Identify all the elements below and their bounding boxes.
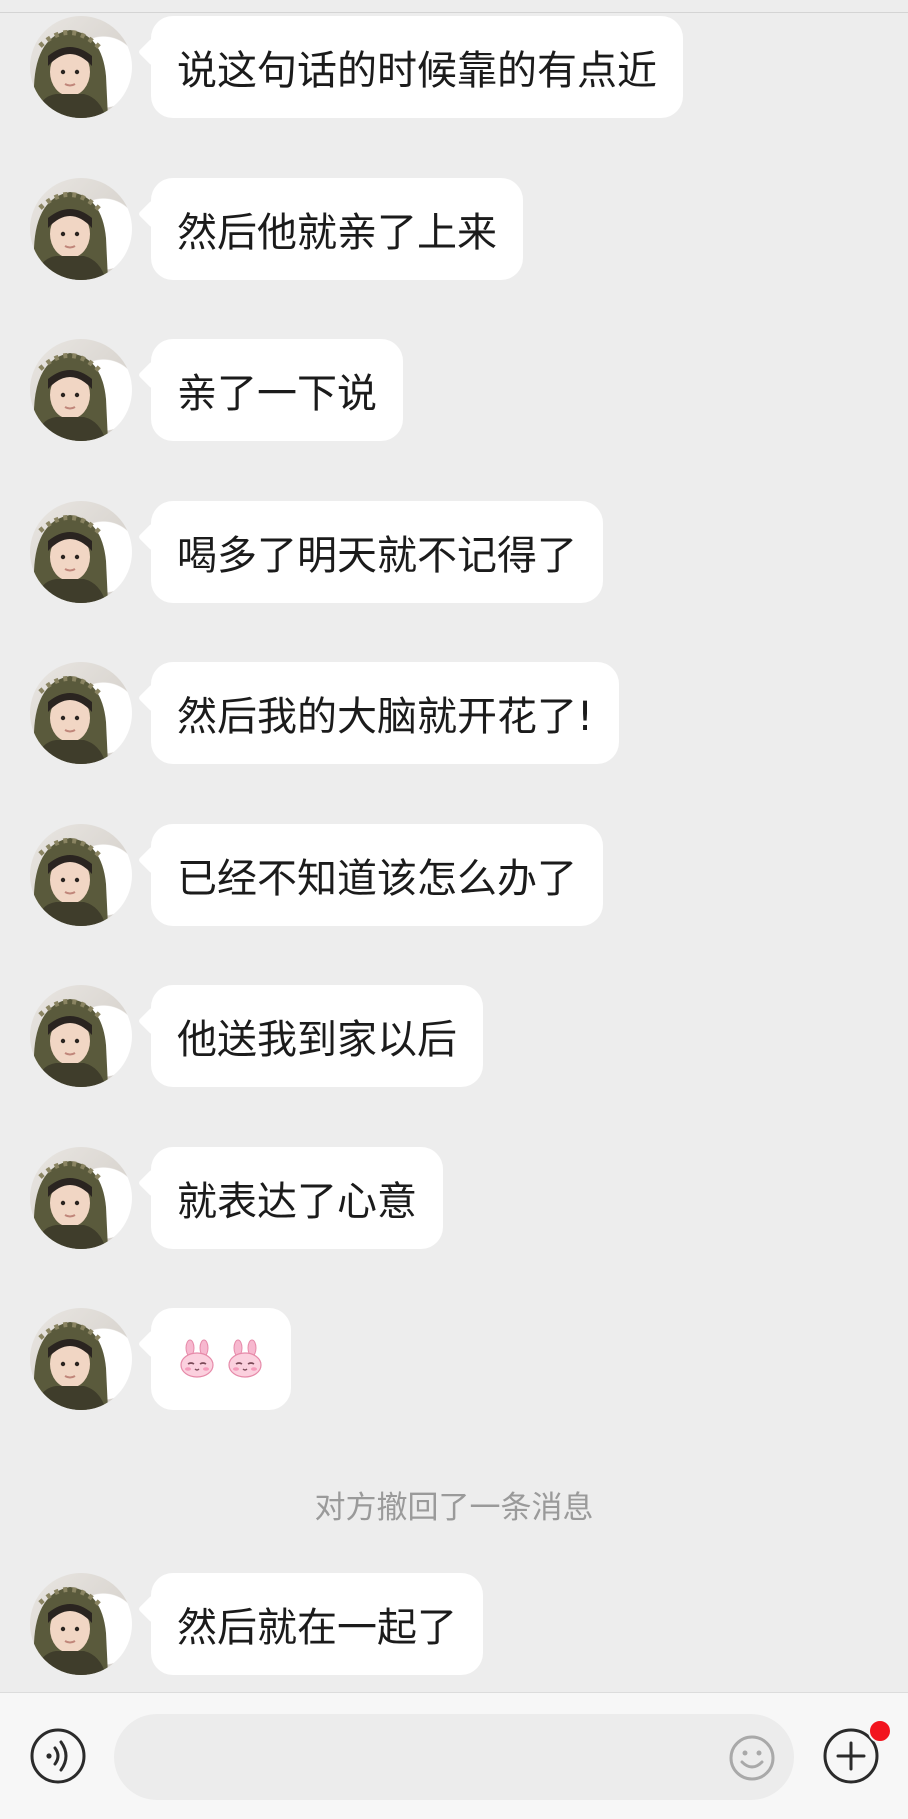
message-bubble[interactable]: 喝多了明天就不记得了 bbox=[151, 501, 603, 603]
sticker-bubble[interactable] bbox=[151, 1308, 291, 1410]
contact-avatar[interactable] bbox=[30, 1308, 132, 1410]
message-text: 已经不知道该怎么办了 bbox=[177, 856, 577, 902]
contact-avatar[interactable] bbox=[30, 178, 132, 280]
message-bubble[interactable]: 已经不知道该怎么办了 bbox=[151, 824, 603, 926]
bunny-emoji-icon bbox=[228, 1339, 262, 1378]
message-text: 亲了一下说 bbox=[177, 371, 377, 417]
message-row: 然后就在一起了 bbox=[0, 1573, 908, 1675]
message-bubble[interactable]: 就表达了心意 bbox=[151, 1147, 443, 1249]
contact-avatar[interactable] bbox=[30, 824, 132, 926]
message-row: 已经不知道该怎么办了 bbox=[0, 824, 908, 926]
message-text: 说这句话的时候靠的有点近 bbox=[177, 48, 657, 94]
bunny-emoji-icon bbox=[180, 1339, 214, 1378]
message-row: 亲了一下说 bbox=[0, 339, 908, 441]
contact-avatar[interactable] bbox=[30, 16, 132, 118]
contact-avatar[interactable] bbox=[30, 339, 132, 441]
message-row bbox=[0, 1308, 908, 1410]
message-row: 说这句话的时候靠的有点近 bbox=[0, 16, 908, 118]
contact-avatar[interactable] bbox=[30, 662, 132, 764]
message-text: 他送我到家以后 bbox=[177, 1017, 457, 1063]
message-row: 然后他就亲了上来 bbox=[0, 178, 908, 280]
recalled-message-notice: 对方撤回了一条消息 bbox=[314, 1490, 594, 1526]
contact-avatar[interactable] bbox=[30, 1573, 132, 1675]
message-bubble[interactable]: 他送我到家以后 bbox=[151, 985, 483, 1087]
chat-input-bar bbox=[0, 1692, 908, 1819]
contact-avatar[interactable] bbox=[30, 1147, 132, 1249]
message-text: 就表达了心意 bbox=[177, 1179, 417, 1225]
contact-avatar[interactable] bbox=[30, 985, 132, 1087]
message-row: 然后我的大脑就开花了! bbox=[0, 662, 908, 764]
voice-input-button[interactable] bbox=[29, 1727, 87, 1785]
message-row: 就表达了心意 bbox=[0, 1147, 908, 1249]
message-bubble[interactable]: 说这句话的时候靠的有点近 bbox=[151, 16, 683, 118]
message-bubble[interactable]: 亲了一下说 bbox=[151, 339, 403, 441]
message-text: 喝多了明天就不记得了 bbox=[177, 533, 577, 579]
message-text: 然后他就亲了上来 bbox=[177, 210, 497, 256]
message-row: 他送我到家以后 bbox=[0, 985, 908, 1087]
contact-avatar[interactable] bbox=[30, 501, 132, 603]
message-bubble[interactable]: 然后我的大脑就开花了! bbox=[151, 662, 620, 764]
emoji-button[interactable] bbox=[728, 1734, 776, 1782]
chat-message-list[interactable]: 说这句话的时候靠的有点近 然后他就亲了上来 亲了一下说 喝多了明天就不记得了 然… bbox=[0, 0, 908, 1692]
message-input[interactable] bbox=[114, 1714, 794, 1800]
notification-dot bbox=[868, 1719, 892, 1743]
message-bubble[interactable]: 然后他就亲了上来 bbox=[151, 178, 523, 280]
message-text: 然后我的大脑就开花了! bbox=[177, 694, 594, 740]
message-text: 然后就在一起了 bbox=[177, 1605, 457, 1651]
message-row: 喝多了明天就不记得了 bbox=[0, 501, 908, 603]
voice-icon bbox=[30, 1728, 86, 1784]
message-bubble[interactable]: 然后就在一起了 bbox=[151, 1573, 483, 1675]
smiley-icon bbox=[729, 1735, 775, 1781]
